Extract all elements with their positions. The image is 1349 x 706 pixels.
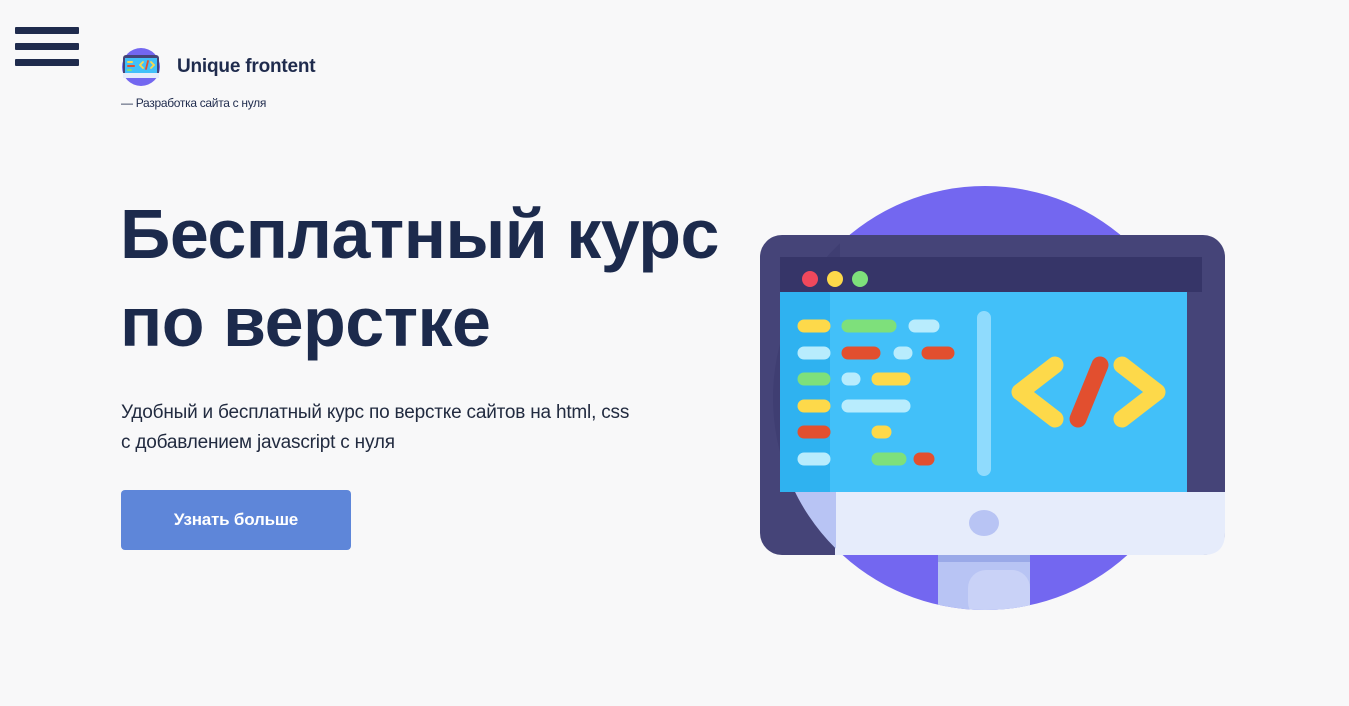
landing-page: Unique frontent — Разработка сайта с нул… [0, 0, 1349, 706]
logo-name: Unique frontent [177, 56, 316, 77]
site-logo[interactable]: Unique frontent [121, 48, 316, 86]
learn-more-button[interactable]: Узнать больше [121, 490, 351, 550]
menu-bar [15, 43, 79, 50]
hero-subtitle: Удобный и бесплатный курс по верстке сай… [121, 402, 630, 453]
hero-title: Бесплатный курс по верстке [120, 195, 719, 361]
hamburger-menu-icon[interactable] [15, 27, 79, 71]
monitor-code-illustration [760, 186, 1225, 610]
menu-bar [15, 59, 79, 66]
logo-tagline: — Разработка сайта с нуля [121, 96, 267, 110]
menu-bar [15, 27, 79, 34]
monitor-code-icon [122, 48, 160, 86]
